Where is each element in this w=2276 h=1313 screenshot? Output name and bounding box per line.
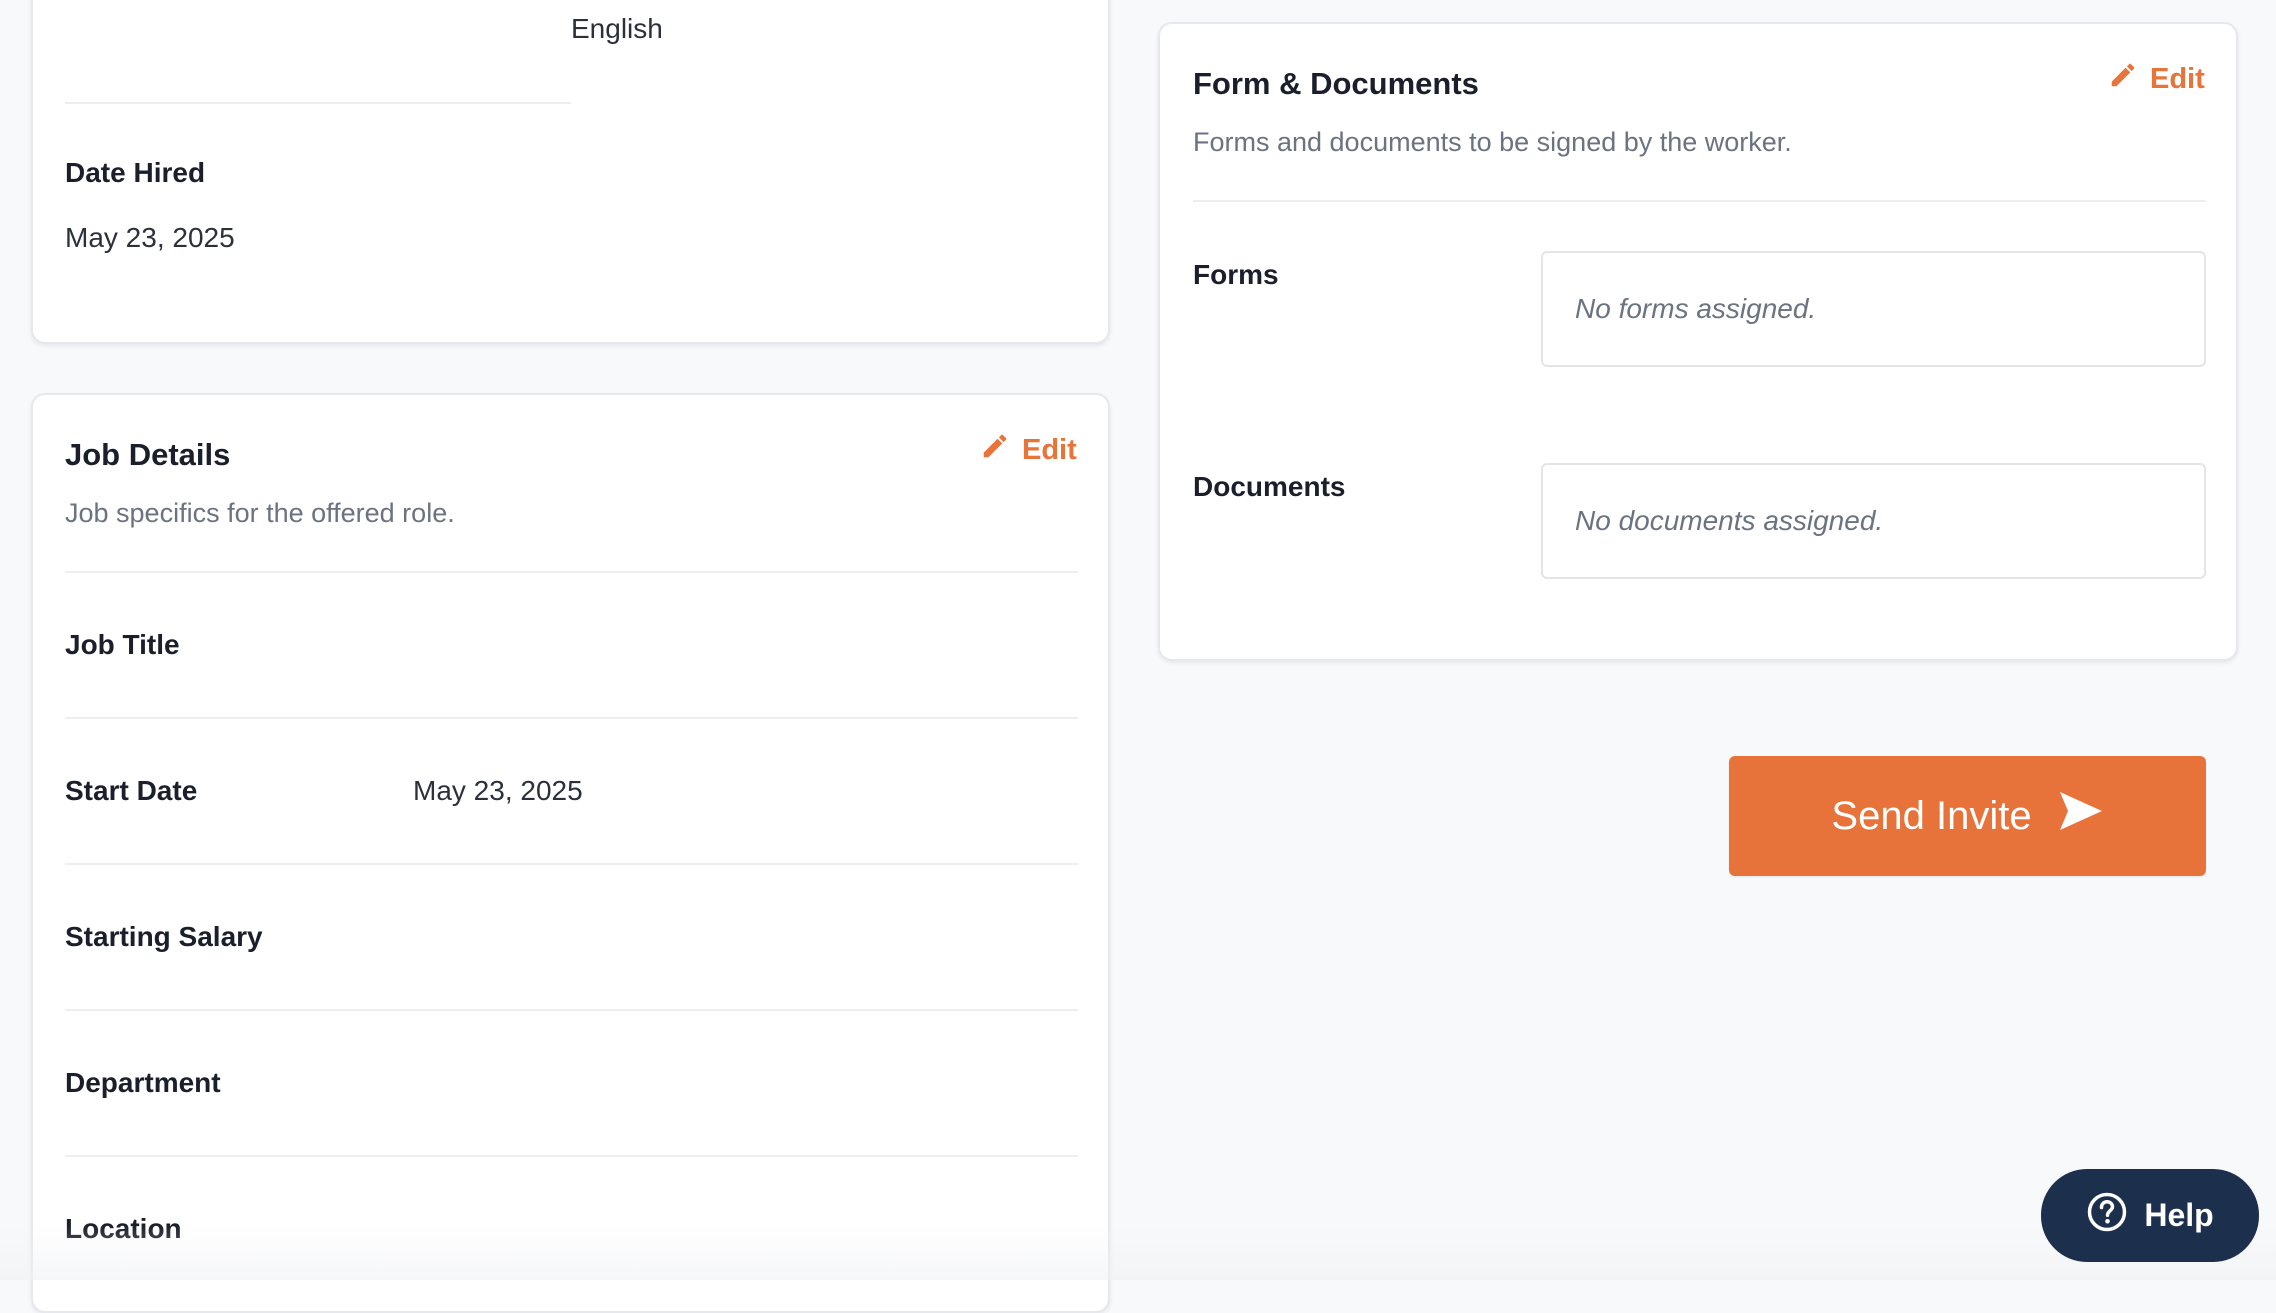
row-divider: [65, 1009, 1078, 1011]
edit-label: Edit: [1022, 433, 1077, 466]
date-hired-label: Date Hired: [65, 157, 206, 188]
pencil-icon: [980, 431, 1010, 469]
documents-label: Documents: [1193, 471, 1346, 502]
send-invite-button[interactable]: Send Invite: [1729, 756, 2206, 876]
start-date-value: May 23, 2025: [413, 775, 583, 806]
personal-info-card: English Date Hired May 23, 2025: [31, 0, 1110, 344]
paper-plane-icon: [2058, 790, 2104, 842]
job-details-card: Job Details Edit Job specifics for the o…: [31, 393, 1110, 1313]
forms-documents-title: Form & Documents: [1193, 66, 1479, 101]
pencil-icon: [2108, 60, 2138, 98]
question-circle-icon: [2086, 1191, 2128, 1241]
department-label: Department: [65, 1067, 221, 1098]
row-divider: [65, 863, 1078, 865]
job-details-edit-button[interactable]: Edit: [980, 431, 1077, 469]
language-divider: [65, 102, 571, 104]
row-divider: [65, 717, 1078, 719]
forms-empty-box: No forms assigned.: [1541, 251, 2206, 367]
send-invite-label: Send Invite: [1831, 793, 2032, 838]
date-hired-value: May 23, 2025: [65, 222, 235, 253]
edit-label: Edit: [2150, 62, 2205, 95]
job-details-title: Job Details: [65, 437, 231, 472]
row-divider: [65, 1155, 1078, 1157]
job-details-subtitle: Job specifics for the offered role.: [65, 498, 455, 528]
forms-documents-header-divider: [1193, 200, 2206, 202]
documents-empty-text: No documents assigned.: [1575, 505, 1884, 536]
job-details-header-divider: [65, 571, 1078, 573]
help-label: Help: [2144, 1197, 2214, 1233]
help-button[interactable]: Help: [2041, 1169, 2259, 1262]
forms-label: Forms: [1193, 259, 1279, 290]
location-label: Location: [65, 1213, 182, 1244]
forms-documents-edit-button[interactable]: Edit: [2108, 60, 2205, 98]
starting-salary-label: Starting Salary: [65, 921, 263, 952]
start-date-label: Start Date: [65, 775, 198, 806]
language-value: English: [571, 13, 663, 44]
documents-empty-box: No documents assigned.: [1541, 463, 2206, 579]
forms-documents-subtitle: Forms and documents to be signed by the …: [1193, 127, 1792, 157]
job-title-label: Job Title: [65, 629, 180, 660]
forms-empty-text: No forms assigned.: [1575, 293, 1817, 324]
forms-documents-card: Form & Documents Edit Forms and document…: [1158, 22, 2238, 661]
